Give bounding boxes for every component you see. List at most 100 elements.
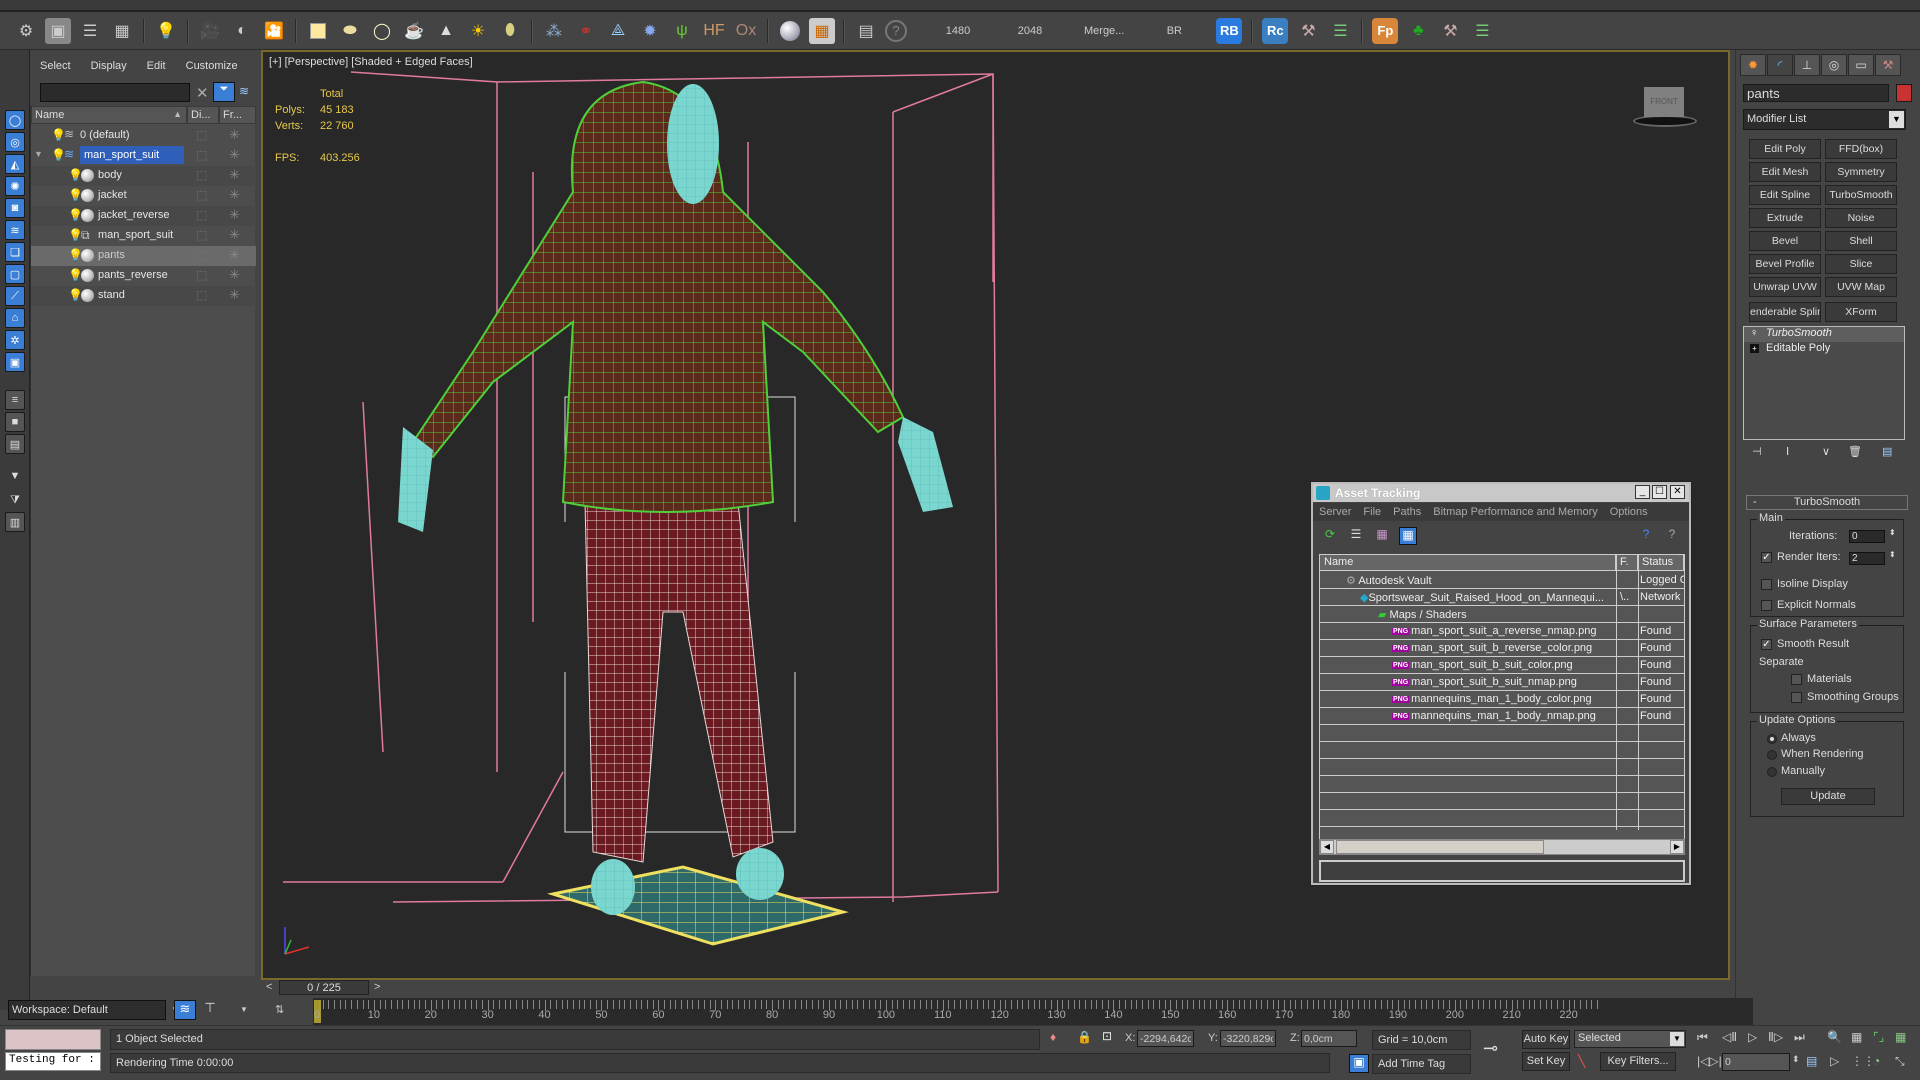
display-none-all-icon[interactable]: ■ [5, 412, 25, 432]
cone-icon[interactable]: ▲ [433, 18, 459, 44]
display-groups-icon[interactable]: ▢ [5, 264, 25, 284]
invert-display-icon[interactable]: ▤ [5, 434, 25, 454]
display-helpers-icon[interactable]: ≋ [5, 220, 25, 240]
auto-key-button[interactable]: Auto Key [1522, 1030, 1570, 1049]
display-box-icon[interactable]: ⬚ [196, 248, 207, 262]
freeze-icon[interactable]: ✳ [229, 207, 240, 223]
key-filters-button[interactable]: Key Filters... [1600, 1052, 1676, 1071]
y-coord-input[interactable] [1220, 1030, 1276, 1047]
slice-button[interactable]: Slice [1825, 254, 1897, 274]
default-in-out-tangent-icon[interactable]: ╲ [1578, 1054, 1585, 1068]
go-to-end-icon[interactable]: ⏭ [1794, 1030, 1805, 1045]
column-header-full-path[interactable]: F. [1616, 555, 1638, 571]
merge-button[interactable]: Merge... [1084, 25, 1124, 37]
material-sphere-icon[interactable] [777, 18, 803, 44]
symmetry-button[interactable]: Symmetry [1825, 162, 1897, 182]
list-icon[interactable]: ☰ [1327, 18, 1353, 44]
freeze-icon[interactable]: ✳ [229, 267, 240, 283]
manually-radio[interactable] [1767, 767, 1777, 777]
maximize-button[interactable]: ☐ [1652, 485, 1667, 499]
display-cameras-icon[interactable]: ◙ [5, 198, 25, 218]
edit-mesh-button[interactable]: Edit Mesh [1749, 162, 1821, 182]
light-bulb-icon[interactable]: 💡 [68, 208, 83, 222]
ffd-box-button[interactable]: FFD(box) [1825, 139, 1897, 159]
xform-button[interactable]: XForm [1825, 302, 1897, 322]
tree-row[interactable]: 💡 stand ⬚ ✳ [31, 286, 256, 306]
column-header-name[interactable]: Name [1320, 555, 1616, 571]
when-rendering-radio[interactable] [1767, 750, 1777, 760]
expand-arrow-icon[interactable]: ▼ [34, 149, 43, 159]
iterations-spinner[interactable] [1849, 530, 1885, 543]
chevron-down-icon[interactable]: ▼ [1889, 111, 1904, 128]
object-name-input[interactable] [1743, 84, 1889, 102]
asset-row[interactable]: PNG man_sport_suit_b_reverse_color.png Fo… [1320, 640, 1684, 657]
turbosmooth-button[interactable]: TurboSmooth [1825, 185, 1897, 205]
hierarchy-tab[interactable]: ⊥ [1794, 54, 1820, 76]
zoom-extents-icon[interactable]: ⌜⌟ [1873, 1030, 1884, 1044]
display-shapes-icon[interactable]: ◭ [5, 154, 25, 174]
modify-tab[interactable]: ◜ [1767, 54, 1793, 76]
renderable-spline-button[interactable]: enderable Splin [1749, 302, 1821, 322]
key-mode-toggle-icon[interactable]: |◁▷| [1697, 1054, 1722, 1068]
scene-search-input[interactable] [40, 83, 190, 102]
stack-item-turbosmooth[interactable]: ♀ TurboSmooth [1744, 327, 1904, 342]
horizontal-scrollbar[interactable]: ◀ ▶ [1319, 839, 1685, 855]
light-bulb-icon[interactable]: 💡 [68, 268, 83, 282]
extrude-button[interactable]: Extrude [1749, 208, 1821, 228]
time-slider-thumb[interactable]: 0 / 225 [279, 980, 369, 995]
column-header-display[interactable]: Di... [187, 106, 219, 124]
column-header-freeze[interactable]: Fr... [219, 106, 256, 124]
show-end-result-icon[interactable]: Ⅰ [1786, 445, 1789, 458]
display-lights-icon[interactable]: ✺ [5, 176, 25, 196]
rendered-frame-window-icon[interactable]: ▣ [45, 17, 71, 44]
light-bulb-icon[interactable]: 💡 [51, 128, 66, 142]
asset-row[interactable]: ⚙ Autodesk Vault Logged Out [1320, 572, 1684, 589]
spinner-arrows-icon[interactable]: ⬍ [1889, 550, 1896, 559]
next-frame-icon[interactable]: > [374, 981, 380, 993]
render-presets-icon[interactable]: ☰ [77, 18, 103, 44]
filter-toggle-icon[interactable]: ⏷ [213, 82, 235, 102]
display-frozen-icon[interactable]: ▣ [5, 352, 25, 372]
display-geometry-icon[interactable]: ◎ [5, 132, 25, 152]
br-button[interactable]: BR [1154, 25, 1194, 37]
tree-row[interactable]: 💡 pants ⬚ ✳ [31, 246, 256, 266]
next-key-icon[interactable]: Ⅱ▷ [1768, 1030, 1783, 1044]
curve-editor-toggle-icon[interactable]: ⇅ [275, 1003, 293, 1021]
adaptive-degradation-icon[interactable]: ▣ [1349, 1054, 1369, 1073]
list-icon-2[interactable]: ☰ [1469, 18, 1495, 44]
uvw-map-button[interactable]: UVW Map [1825, 277, 1897, 297]
smoothing-groups-checkbox[interactable] [1791, 692, 1802, 703]
rc-button[interactable]: Rc [1262, 17, 1289, 44]
teapot-icon[interactable]: ☕ [401, 18, 427, 44]
grass-icon[interactable]: ψ [669, 18, 695, 44]
tree-row[interactable]: 💡 jacket ⬚ ✳ [31, 186, 256, 206]
sort-by-hierarchy-icon[interactable]: ⊤ [200, 1000, 220, 1020]
light-bulb-icon[interactable]: 💡 [68, 248, 83, 262]
tools-icon[interactable]: ⚒ [1295, 18, 1321, 44]
column-header-status[interactable]: Status [1638, 555, 1684, 571]
dome-icon[interactable]: ⬬ [337, 18, 363, 44]
maximize-viewport-icon[interactable]: ⤡ [1895, 1054, 1905, 1069]
render-iters-spinner[interactable] [1849, 552, 1885, 565]
sort-by-layer-icon[interactable]: ≋ [174, 1000, 196, 1020]
scroll-right-icon[interactable]: ▶ [1670, 840, 1684, 854]
display-bones-icon[interactable]: ⟋ [5, 286, 25, 306]
materials-checkbox[interactable] [1791, 674, 1802, 685]
display-containers-icon[interactable]: ⌂ [5, 308, 25, 328]
zoom-extents-all-icon[interactable]: ▦ [1895, 1030, 1906, 1044]
close-button[interactable]: ✕ [1670, 485, 1685, 499]
display-box-icon[interactable]: ⬚ [196, 228, 207, 242]
display-box-icon[interactable]: ⬚ [196, 168, 207, 182]
sphere-light-icon[interactable]: ◯ [369, 18, 395, 44]
viewcube[interactable]: FRONT [1628, 87, 1698, 127]
modifier-list-dropdown[interactable]: Modifier List ▼ [1743, 109, 1906, 130]
light-bulb-icon[interactable]: 💡 [68, 228, 83, 242]
list-view-icon[interactable]: ☰ [1347, 527, 1365, 545]
tree-view-icon[interactable]: ▦ [1373, 527, 1391, 545]
play-icon[interactable]: ▷ [1748, 1030, 1757, 1044]
walk-through-icon[interactable]: ⋮⋮ [1851, 1054, 1875, 1068]
current-frame-input[interactable] [1722, 1053, 1790, 1071]
menu-file[interactable]: File [1357, 503, 1387, 521]
zoom-all-icon[interactable]: ▦ [1851, 1030, 1862, 1044]
display-spacewarps-icon[interactable]: ❏ [5, 242, 25, 262]
